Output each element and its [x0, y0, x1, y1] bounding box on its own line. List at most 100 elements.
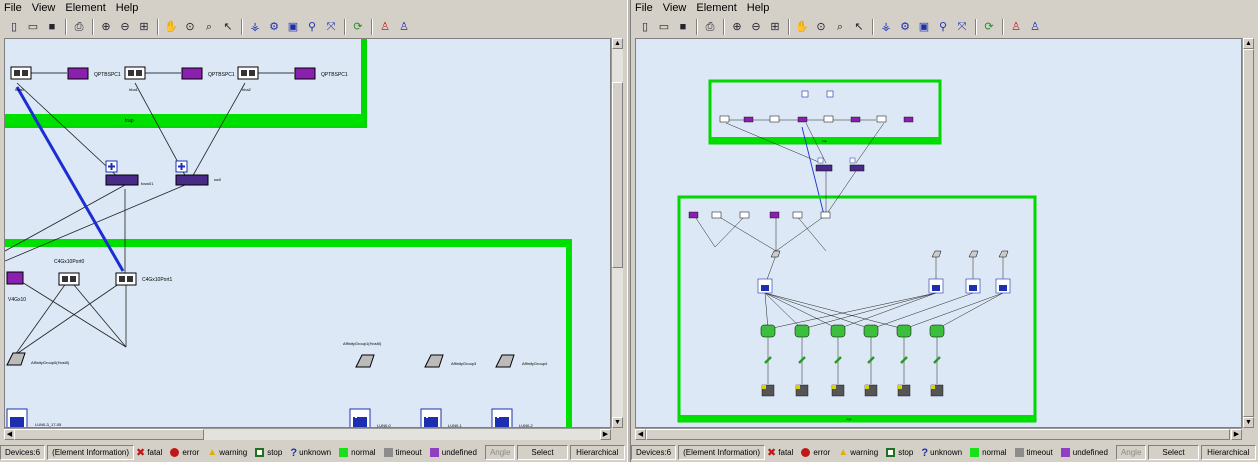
menu-file[interactable]: File: [635, 0, 653, 16]
port-node[interactable]: C4Gx10Port1: [115, 272, 173, 286]
fc-card-node[interactable]: QPTBSPC1: [145, 67, 235, 80]
zoom-area-icon[interactable]: ⊙: [813, 19, 829, 35]
host-node[interactable]: hba2: [237, 66, 259, 92]
topology-canvas[interactable]: trap hba0 hba1 hba2 QPTBSPC1 QPTBSPC1 QP…: [4, 38, 611, 428]
scroll-up-icon[interactable]: ▲: [612, 38, 623, 49]
fatal-icon: ✖: [767, 447, 777, 459]
zoom-out-icon[interactable]: ⊖: [748, 19, 764, 35]
scroll-right-icon[interactable]: ▶: [600, 429, 611, 440]
scroll-thumb[interactable]: [612, 82, 623, 268]
lun-node[interactable]: LUN0-3_17-05: [6, 408, 62, 428]
menu-view[interactable]: View: [663, 0, 687, 16]
port-node[interactable]: V4Gx10: [6, 271, 26, 303]
switch-node[interactable]: fcsw01: [105, 160, 154, 186]
print-icon[interactable]: ⎙: [71, 19, 87, 35]
host-node[interactable]: hba0: [10, 66, 32, 92]
svg-text:QPTBSPC1: QPTBSPC1: [321, 72, 348, 78]
refresh-icon[interactable]: ⟳: [981, 19, 997, 35]
new-icon[interactable]: ▯: [6, 19, 22, 35]
lun-node[interactable]: LUN0-2: [491, 408, 534, 428]
horizontal-scrollbar[interactable]: ◀ ▶: [635, 428, 1242, 440]
layout-alt-icon[interactable]: ♙: [396, 19, 412, 35]
fc-card-node[interactable]: QPTBSPC1: [31, 67, 121, 80]
save-icon[interactable]: ■: [44, 19, 60, 35]
stop-icon: [255, 448, 265, 457]
lun-node[interactable]: LUN0-0: [349, 408, 392, 428]
tree-icon[interactable]: ⚲: [935, 19, 951, 35]
select-button[interactable]: Select: [1148, 445, 1199, 460]
group-icon[interactable]: ▣: [285, 19, 301, 35]
layout-icon[interactable]: ♙: [1008, 19, 1024, 35]
menu-element[interactable]: Element: [696, 0, 736, 16]
save-icon[interactable]: ■: [675, 19, 691, 35]
layout-icon[interactable]: ♙: [377, 19, 393, 35]
zoom-in-icon[interactable]: ⊕: [729, 19, 745, 35]
fit-icon[interactable]: ⊞: [136, 19, 152, 35]
tree-icon[interactable]: ⚲: [304, 19, 320, 35]
scroll-down-icon[interactable]: ▼: [1243, 417, 1254, 428]
zoom-in-icon[interactable]: ⊕: [98, 19, 114, 35]
menu-view[interactable]: View: [32, 0, 56, 16]
menu-help[interactable]: Help: [747, 0, 770, 16]
route-icon[interactable]: ⤧: [323, 19, 339, 35]
pointer-icon[interactable]: ↖: [851, 19, 867, 35]
affinity-group-node[interactable]: AffinityGroup0(Host0): [6, 352, 70, 366]
horizontal-scrollbar[interactable]: ◀ ▶: [4, 428, 611, 440]
zoom-select-icon[interactable]: ⌕: [832, 19, 848, 35]
scroll-thumb[interactable]: [1243, 49, 1254, 417]
legend-timeout: timeout: [383, 448, 422, 457]
network-icon[interactable]: ⚙: [266, 19, 282, 35]
refresh-icon[interactable]: ⟳: [350, 19, 366, 35]
new-icon[interactable]: ▯: [637, 19, 653, 35]
error-icon: [801, 448, 811, 457]
status-bar: Devices:6 (Element Information) ✖ fatal e…: [631, 444, 1258, 461]
affinity-group-node[interactable]: AffinityGroup4: [495, 354, 548, 368]
open-icon[interactable]: ▭: [656, 19, 672, 35]
error-icon: [170, 448, 180, 457]
scroll-up-icon[interactable]: ▲: [1243, 38, 1254, 49]
scroll-down-icon[interactable]: ▼: [612, 417, 623, 428]
zoom-select-icon[interactable]: ⌕: [201, 19, 217, 35]
topology-icon[interactable]: ⚶: [247, 19, 263, 35]
unknown-icon: ?: [921, 446, 929, 459]
menu-help[interactable]: Help: [116, 0, 139, 16]
zoom-area-icon[interactable]: ⊙: [182, 19, 198, 35]
print-icon[interactable]: ⎙: [702, 19, 718, 35]
vertical-scrollbar[interactable]: ▲ ▼: [611, 38, 623, 428]
layout-mode[interactable]: Hierarchical: [569, 445, 625, 460]
hand-icon[interactable]: ✋: [163, 19, 179, 35]
angle-button[interactable]: Angle: [1115, 445, 1147, 460]
select-button[interactable]: Select: [517, 445, 568, 460]
angle-button[interactable]: Angle: [484, 445, 516, 460]
menu-file[interactable]: File: [4, 0, 22, 16]
host-node[interactable]: hba1: [124, 66, 146, 92]
warning-icon: ▲: [207, 447, 218, 458]
device-count: Devices:6: [631, 445, 677, 460]
open-icon[interactable]: ▭: [25, 19, 41, 35]
svg-text:C4Gx10Port0: C4Gx10Port0: [54, 259, 85, 265]
scroll-right-icon[interactable]: ▶: [1231, 429, 1242, 440]
affinity-group-node[interactable]: AffinityGroup3: [424, 354, 477, 368]
scroll-left-icon[interactable]: ◀: [635, 429, 646, 440]
fc-card-node[interactable]: QPTBSPC1: [258, 67, 348, 80]
topology-icon[interactable]: ⚶: [878, 19, 894, 35]
layout-mode[interactable]: Hierarchical: [1200, 445, 1256, 460]
topology-canvas[interactable]: trap stg1: [635, 38, 1242, 428]
layout-alt-icon[interactable]: ♙: [1027, 19, 1043, 35]
svg-text:AffinityGroup1(Host0): AffinityGroup1(Host0): [343, 341, 382, 346]
zoom-out-icon[interactable]: ⊖: [117, 19, 133, 35]
group-icon[interactable]: ▣: [916, 19, 932, 35]
affinity-group-node[interactable]: AffinityGroup1(Host0): [343, 341, 382, 368]
fit-icon[interactable]: ⊞: [767, 19, 783, 35]
port-node[interactable]: C4Gx10Port0: [54, 259, 85, 286]
vertical-scrollbar[interactable]: ▲ ▼: [1242, 38, 1254, 428]
lun-node[interactable]: LUN0-1: [420, 408, 463, 428]
svg-text:C4Gx10Port1: C4Gx10Port1: [142, 277, 173, 283]
hand-icon[interactable]: ✋: [794, 19, 810, 35]
pointer-icon[interactable]: ↖: [220, 19, 236, 35]
network-icon[interactable]: ⚙: [897, 19, 913, 35]
scroll-thumb[interactable]: [14, 429, 204, 440]
scroll-thumb[interactable]: [646, 429, 1230, 440]
route-icon[interactable]: ⤧: [954, 19, 970, 35]
menu-element[interactable]: Element: [65, 0, 105, 16]
